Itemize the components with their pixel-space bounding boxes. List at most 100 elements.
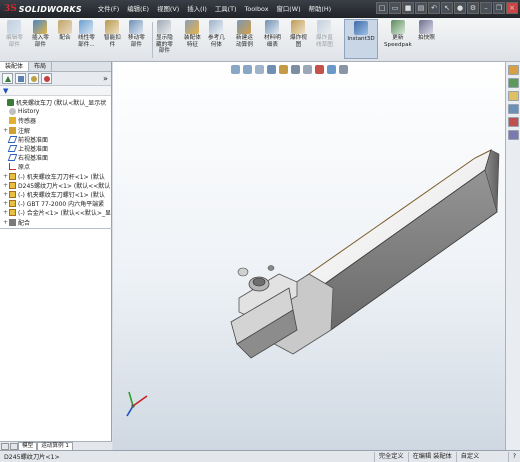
tree-item-label: (-) 机夹螺纹车刀螺钉<1> (默认 (18, 192, 105, 199)
tab-assembly[interactable]: 装配体 (0, 62, 30, 71)
tree-item[interactable]: + (-) GBT 77-2000 内六角平端紧 (0, 199, 112, 208)
edit-component-button[interactable]: 编辑零 部件 (6, 20, 23, 48)
filter-icon: ▼ (3, 86, 9, 95)
tree-item-label: History (18, 108, 40, 116)
menu-toolbox[interactable]: Toolbox (241, 0, 273, 18)
tab-layout[interactable]: 布局 (29, 62, 53, 71)
screw-head-socket (252, 277, 266, 287)
expand-toggle[interactable]: + (2, 127, 9, 134)
menu-file[interactable]: 文件(F) (94, 0, 123, 18)
command-tabs: 装配体 布局 (0, 62, 111, 72)
design-library-icon[interactable] (507, 78, 519, 88)
minimize-icon[interactable]: – (480, 2, 492, 14)
options-icon[interactable]: ⚙ (467, 2, 479, 14)
annotation-icon (9, 126, 16, 134)
chevron-right-icon[interactable]: » (100, 73, 111, 84)
set-screw (237, 267, 249, 277)
feature-manager-panel: 装配体 布局 » ▼ 机夹螺纹车刀 (默认<默认_显示状 History 传感器 + 注… (0, 62, 112, 451)
smart-fasteners-button[interactable]: 智能扣 件 (104, 20, 121, 48)
print-icon[interactable]: ▤ (415, 2, 427, 14)
menu-view[interactable]: 视图(V) (153, 0, 183, 18)
assembly-features-icon (185, 20, 200, 34)
tree-item-label: 注解 (18, 127, 31, 135)
restore-icon[interactable]: ❐ (493, 2, 505, 14)
configuration-manager-icon[interactable] (28, 73, 39, 84)
status-units[interactable]: 自定义 (455, 451, 508, 462)
expand-toggle[interactable]: + (2, 209, 9, 216)
insert-component-button[interactable]: 插入零 部件 (32, 20, 49, 48)
tree-item[interactable]: 机夹螺纹车刀 (默认<默认_显示状 (0, 98, 112, 107)
part-icon (9, 209, 16, 217)
undo-icon[interactable]: ↶ (428, 2, 440, 14)
status-editing: 在编辑 装配体 (407, 451, 456, 462)
solidworks-logo[interactable]: 3S SOLIDWORKS (0, 0, 86, 18)
status-help[interactable]: ? (507, 451, 520, 462)
new-document-icon[interactable]: □ (376, 2, 388, 14)
tree-item[interactable]: + (-) 机夹螺纹车刀刀杆<1> (默认 (0, 172, 112, 181)
explode-line-sketch-button[interactable]: 爆炸直 线草图 (316, 20, 333, 48)
tree-filter[interactable]: ▼ (0, 86, 111, 96)
tree-item[interactable]: 传感器 (0, 116, 112, 125)
tree-item[interactable]: + (-) 机夹螺纹车刀螺钉<1> (默认 (0, 190, 112, 199)
file-explorer-icon[interactable] (507, 91, 519, 101)
view-palette-icon[interactable] (507, 104, 519, 114)
tree-item[interactable]: 上视基准面 (0, 144, 112, 153)
assembly-features-button[interactable]: 装配体 特征 (184, 20, 201, 48)
menu-edit[interactable]: 编辑(E) (123, 0, 153, 18)
instant3d-button[interactable]: Instant3D (344, 19, 378, 59)
open-icon[interactable]: ▭ (389, 2, 401, 14)
view-triad (126, 391, 148, 417)
feature-manager-icon[interactable] (2, 73, 13, 84)
new-motion-study-button[interactable]: 新建运 动算例 (236, 20, 253, 48)
expand-toggle[interactable]: + (2, 200, 9, 207)
part-icon (9, 191, 16, 198)
show-hidden-components-button[interactable]: 显示隐 藏的零 部件 (156, 20, 173, 55)
menu-help[interactable]: 帮助(H) (305, 0, 336, 18)
custom-properties-icon[interactable] (507, 130, 519, 140)
graphics-area[interactable] (113, 62, 505, 450)
edit-component-icon (7, 20, 22, 34)
menu-insert[interactable]: 插入(I) (183, 0, 211, 18)
expand-toggle[interactable]: + (2, 182, 9, 189)
rebuild-icon[interactable]: ● (454, 2, 466, 14)
solidworks-resources-icon[interactable] (507, 65, 519, 75)
motion-study-icon (237, 20, 252, 34)
tree-item[interactable]: 前视基准面 (0, 135, 112, 144)
mate-button[interactable]: 配合 (58, 20, 72, 42)
part-icon (9, 181, 16, 189)
tree-item-label: 机夹螺纹车刀 (默认<默认_显示状 (16, 100, 107, 107)
tree-item[interactable]: History (0, 107, 112, 116)
bill-of-materials-button[interactable]: 材料明 细表 (264, 20, 281, 48)
scroll-left-icon[interactable] (1, 442, 9, 450)
tree-item[interactable]: + 注解 (0, 126, 112, 135)
move-component-button[interactable]: 移动零 部件 (128, 20, 145, 48)
reference-geometry-button[interactable]: 参考几 何体 (208, 20, 225, 48)
linear-pattern-icon (79, 20, 94, 34)
tree-item[interactable]: + (-) 合金片<1> (默认<<默认>_显 (0, 208, 112, 217)
save-icon[interactable]: ■ (402, 2, 414, 14)
tree-item[interactable]: + D245螺纹刀片<1> (默认<<默认 (0, 181, 112, 190)
close-icon[interactable]: × (506, 2, 518, 14)
linear-pattern-button[interactable]: 线性零 部件... (78, 20, 95, 48)
exploded-view-button[interactable]: 爆炸视 图 (290, 20, 307, 48)
quick-access-toolbar: □ ▭ ■ ▤ ↶ ↖ ● ⚙ – ❐ × (376, 2, 518, 14)
take-snapshot-button[interactable]: 拍快照 (418, 20, 435, 42)
update-speedpak-button[interactable]: 更新 Speedpak (384, 20, 412, 48)
expand-toggle[interactable]: + (2, 173, 9, 180)
property-manager-icon[interactable] (15, 73, 26, 84)
menu-tools[interactable]: 工具(T) (211, 0, 241, 18)
expand-toggle[interactable]: + (2, 219, 9, 226)
appearances-icon[interactable] (507, 117, 519, 127)
menu-window[interactable]: 窗口(W) (273, 0, 305, 18)
tree-item[interactable]: 右视基准面 (0, 153, 112, 162)
appearance-manager-icon[interactable] (41, 73, 52, 84)
task-pane (505, 62, 520, 450)
mate-folder-icon (9, 218, 16, 226)
expand-toggle[interactable]: + (2, 191, 9, 198)
smart-fasteners-icon (105, 20, 120, 34)
tool-holder-model[interactable] (113, 62, 505, 450)
scroll-right-icon[interactable] (10, 442, 18, 450)
select-icon[interactable]: ↖ (441, 2, 453, 14)
tree-item[interactable]: + 配合 (0, 218, 112, 227)
tree-item[interactable]: 原点 (0, 162, 112, 171)
